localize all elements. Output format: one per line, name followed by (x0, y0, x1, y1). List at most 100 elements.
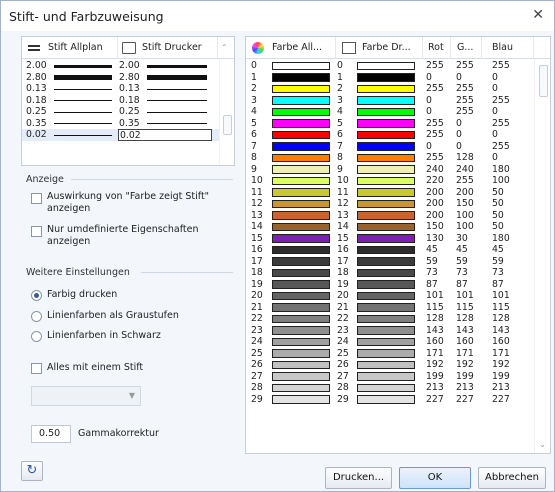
color-swatch (272, 199, 330, 208)
color-drucker-index: 15 (337, 232, 349, 244)
single-pen-checkbox[interactable] (31, 363, 42, 374)
color-row[interactable]: 15 15 130 30 180 (246, 233, 534, 245)
red-value: 199 (426, 370, 444, 382)
divider (71, 179, 233, 180)
color-row[interactable]: 3 3 0 255 255 (246, 95, 534, 107)
pen-scrollbar[interactable] (219, 59, 234, 165)
color-row[interactable]: 29 29 227 227 227 (246, 394, 534, 406)
pen-select-dropdown[interactable]: ▼ (31, 386, 141, 406)
column-header-farbe-allplan[interactable]: Farbe All... (246, 37, 336, 59)
color-swatch (357, 153, 415, 162)
color-row[interactable]: 14 14 150 100 50 (246, 221, 534, 233)
color-swatch (272, 142, 330, 151)
pen-row[interactable]: 0.13 0.13 (22, 83, 219, 95)
only-modified-checkbox[interactable] (31, 226, 42, 237)
color-row[interactable]: 2 2 255 255 0 (246, 83, 534, 95)
column-header-farbe-drucker[interactable]: Farbe Dr... (336, 37, 423, 59)
color-row[interactable]: 20 20 101 101 101 (246, 290, 534, 302)
color-wheel-icon (252, 42, 264, 54)
color-swatch (272, 211, 330, 220)
pen-line-sample (147, 88, 207, 90)
green-value: 0 (456, 117, 462, 129)
color-row[interactable]: 22 22 128 128 128 (246, 313, 534, 325)
close-icon[interactable]: ✕ (532, 7, 544, 23)
radio-graustufen[interactable] (31, 311, 42, 322)
color-row[interactable]: 4 4 0 255 0 (246, 106, 534, 118)
color-row[interactable]: 10 10 220 255 100 (246, 175, 534, 187)
show-pen-effect-checkbox[interactable] (31, 193, 42, 204)
color-row[interactable]: 28 28 213 213 213 (246, 382, 534, 394)
color-row[interactable]: 11 11 200 200 50 (246, 187, 534, 199)
pen-row[interactable]: 2.00 2.00 (22, 60, 219, 72)
column-header-stift-drucker[interactable]: Stift Drucker (118, 37, 218, 59)
column-header-blau[interactable]: Blau (482, 37, 534, 59)
color-drucker-index: 10 (337, 175, 349, 186)
color-swatch (357, 360, 415, 369)
weitere-group-title: Weitere Einstellungen (26, 267, 130, 278)
blue-value: 50 (492, 186, 504, 198)
color-allplan-index: 10 (251, 175, 263, 186)
color-swatch (272, 176, 330, 185)
color-scrollbar[interactable]: ⌄ (534, 59, 550, 453)
print-button[interactable]: Drucken... (325, 467, 392, 489)
green-value: 240 (456, 163, 474, 175)
color-row[interactable]: 26 26 192 192 192 (246, 359, 534, 371)
color-swatch (272, 326, 330, 335)
color-row[interactable]: 27 27 199 199 199 (246, 371, 534, 383)
pen-row[interactable]: 0.35 0.35 (22, 118, 219, 130)
gamma-input[interactable]: 0.50 (31, 425, 71, 443)
radio-farbig-drucken[interactable] (31, 290, 42, 301)
scroll-up-icon[interactable]: ⌃ (221, 43, 228, 52)
color-table: Farbe All... Farbe Dr... Rot G... Blau 0… (245, 36, 551, 454)
radio-schwarz[interactable] (31, 331, 42, 342)
red-value: 200 (426, 186, 444, 198)
color-row[interactable]: 6 6 255 0 0 (246, 129, 534, 141)
color-table-header: Farbe All... Farbe Dr... Rot G... Blau (246, 37, 550, 59)
pen-line-sample (54, 100, 112, 101)
column-header-rot[interactable]: Rot (423, 37, 451, 59)
pen-line-sample (147, 123, 207, 124)
cancel-button[interactable]: Abbrechen (478, 467, 546, 489)
color-row[interactable]: 18 18 73 73 73 (246, 267, 534, 279)
color-scroll-thumb[interactable] (539, 65, 548, 97)
color-swatch (357, 372, 415, 381)
color-row[interactable]: 19 19 87 87 87 (246, 279, 534, 291)
scroll-down-icon[interactable]: ⌄ (539, 440, 546, 449)
pen-row[interactable]: 0.18 0.18 (22, 95, 219, 107)
blue-value: 87 (492, 278, 504, 290)
pen-scroll-thumb[interactable] (223, 115, 232, 135)
color-swatch (272, 245, 330, 254)
color-swatch (272, 234, 330, 243)
red-value: 240 (426, 163, 444, 175)
color-row[interactable]: 21 21 115 115 115 (246, 302, 534, 314)
color-row[interactable]: 8 8 255 128 0 (246, 152, 534, 164)
color-row[interactable]: 12 12 200 150 50 (246, 198, 534, 210)
color-row[interactable]: 25 25 171 171 171 (246, 348, 534, 360)
color-row[interactable]: 13 13 200 100 50 (246, 210, 534, 222)
color-drucker-index: 29 (337, 393, 349, 405)
column-header-stift-allplan[interactable]: Stift Allplan (22, 37, 118, 59)
color-allplan-index: 19 (251, 278, 263, 290)
color-row[interactable]: 1 1 0 0 0 (246, 72, 534, 84)
blue-value: 59 (492, 255, 504, 267)
color-row[interactable]: 16 16 45 45 45 (246, 244, 534, 256)
color-swatch (272, 268, 330, 277)
color-row[interactable]: 24 24 160 160 160 (246, 336, 534, 348)
pen-allplan-value: 0.13 (26, 83, 47, 94)
blue-value: 0 (492, 71, 498, 83)
pen-row[interactable]: 2.80 2.80 (22, 72, 219, 84)
color-row[interactable]: 0 0 255 255 255 (246, 60, 534, 72)
color-row[interactable]: 9 9 240 240 180 (246, 164, 534, 176)
pen-table: Stift Allplan Stift Drucker ⌃ 2.00 2.00 2.… (21, 36, 235, 166)
ok-button[interactable]: OK (399, 467, 471, 489)
reset-icon[interactable]: ↻ (21, 461, 43, 481)
color-row[interactable]: 17 17 59 59 59 (246, 256, 534, 268)
color-row[interactable]: 7 7 0 0 255 (246, 141, 534, 153)
column-header-gruen[interactable]: G... (451, 37, 482, 59)
color-swatch (272, 188, 330, 197)
pen-row[interactable]: 0.02 0.02 (22, 128, 219, 141)
color-row[interactable]: 5 5 255 0 255 (246, 118, 534, 130)
color-row[interactable]: 23 23 143 143 143 (246, 325, 534, 337)
red-value: 220 (426, 175, 444, 186)
pen-row[interactable]: 0.25 0.25 (22, 106, 219, 118)
